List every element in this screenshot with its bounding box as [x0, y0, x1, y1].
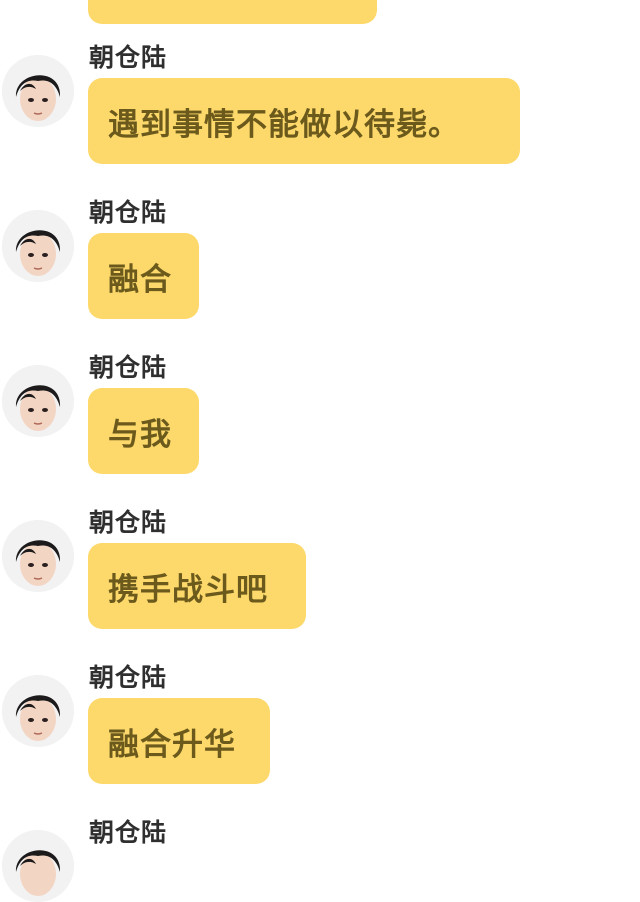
sender-name: 朝仓陆	[89, 353, 168, 382]
message-bubble[interactable]: 融合	[88, 233, 199, 319]
message-text: 与我	[108, 416, 172, 453]
user-avatar-icon[interactable]	[2, 55, 74, 127]
user-avatar-icon[interactable]	[2, 675, 74, 747]
message-bubble-partial[interactable]	[88, 0, 377, 24]
chat-message-list[interactable]: 朝仓陆 遇到事情不能做以待毙。 朝仓陆 融合 朝仓陆 与我 朝仓陆 携手战斗吧 …	[0, 0, 640, 902]
message-bubble[interactable]: 融合升华	[88, 698, 270, 784]
sender-name: 朝仓陆	[89, 43, 168, 72]
user-avatar-icon[interactable]	[2, 520, 74, 592]
message-bubble[interactable]: 携手战斗吧	[88, 543, 306, 629]
sender-name: 朝仓陆	[89, 663, 168, 692]
message-text: 携手战斗吧	[108, 571, 268, 608]
message-bubble[interactable]: 遇到事情不能做以待毙。	[88, 78, 520, 164]
message-text: 融合	[108, 261, 172, 298]
sender-name: 朝仓陆	[89, 818, 168, 847]
message-text: 遇到事情不能做以待毙。	[108, 106, 460, 143]
user-avatar-icon[interactable]	[2, 210, 74, 282]
sender-name: 朝仓陆	[89, 198, 168, 227]
message-bubble[interactable]: 与我	[88, 388, 199, 474]
user-avatar-icon[interactable]	[2, 365, 74, 437]
user-avatar-icon[interactable]	[2, 830, 74, 902]
sender-name: 朝仓陆	[89, 508, 168, 537]
message-text: 融合升华	[108, 726, 236, 763]
